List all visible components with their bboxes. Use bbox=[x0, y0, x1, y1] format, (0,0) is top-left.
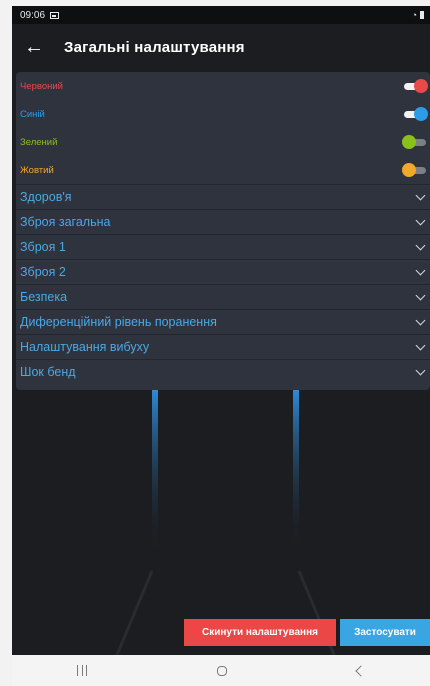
chevron-down-icon bbox=[415, 190, 426, 200]
chevron-down-icon bbox=[415, 290, 426, 300]
battery-icon bbox=[420, 11, 424, 19]
chevron-down-icon bbox=[415, 240, 426, 250]
accordion-section[interactable]: Шок бенд bbox=[16, 359, 430, 384]
apply-button[interactable]: Застосувати bbox=[340, 619, 430, 646]
settings-panel: Червоний Синій Зелений Жовтий Здоров'я Зброя… bbox=[16, 72, 430, 390]
chevron-down-icon bbox=[415, 265, 426, 275]
accordion-section[interactable]: Диференційний рівень поранення bbox=[16, 309, 430, 334]
accordion-section[interactable]: Зброя 1 bbox=[16, 234, 430, 259]
section-label: Зброя загальна bbox=[20, 215, 111, 229]
status-time: 09:06 bbox=[20, 9, 46, 21]
section-list: Здоров'я Зброя загальна Зброя 1 Зброя 2 Безп… bbox=[16, 184, 430, 384]
section-label: Зброя 1 bbox=[20, 240, 66, 254]
back-nav-icon[interactable] bbox=[355, 664, 367, 677]
gallery-notification-icon bbox=[50, 11, 60, 19]
toggle-label: Жовтий bbox=[20, 164, 54, 176]
page-title: Загальні налаштування bbox=[64, 38, 245, 56]
color-toggle-switch[interactable] bbox=[402, 107, 428, 121]
color-toggle-row: Жовтий bbox=[16, 156, 430, 184]
color-toggle-switch[interactable] bbox=[402, 79, 428, 93]
app-screen: 09:06 ◔ ← Загальні налаштування Червоний… bbox=[12, 6, 430, 686]
toggle-label: Зелений bbox=[20, 136, 58, 148]
app-bar: ← Загальні налаштування bbox=[12, 24, 430, 70]
color-toggle-switch[interactable] bbox=[402, 163, 428, 177]
section-label: Здоров'я bbox=[20, 190, 72, 204]
accordion-section[interactable]: Здоров'я bbox=[16, 184, 430, 209]
status-bar: 09:06 ◔ bbox=[12, 6, 430, 24]
accordion-section[interactable]: Безпека bbox=[16, 284, 430, 309]
section-label: Налаштування вибуху bbox=[20, 340, 150, 354]
accordion-section[interactable]: Зброя 2 bbox=[16, 259, 430, 284]
chevron-down-icon bbox=[415, 315, 426, 325]
color-toggle-row: Зелений bbox=[16, 128, 430, 156]
wifi-icon: ◔ bbox=[411, 10, 417, 20]
section-label: Шок бенд bbox=[20, 365, 76, 379]
chevron-down-icon bbox=[415, 215, 426, 225]
home-icon[interactable] bbox=[217, 665, 227, 676]
color-toggle-row: Червоний bbox=[16, 72, 430, 100]
arrow-left-icon: ← bbox=[24, 35, 44, 58]
color-toggle-row: Синій bbox=[16, 100, 430, 128]
reset-settings-button[interactable]: Скинути налаштування bbox=[184, 619, 336, 646]
system-navigation-bar bbox=[12, 655, 430, 686]
chevron-down-icon bbox=[415, 340, 426, 350]
accordion-section[interactable]: Зброя загальна bbox=[16, 209, 430, 234]
toggle-label: Червоний bbox=[20, 80, 63, 92]
color-toggle-switch[interactable] bbox=[402, 135, 428, 149]
section-label: Зброя 2 bbox=[20, 265, 66, 279]
back-button[interactable]: ← bbox=[12, 24, 56, 70]
section-label: Безпека bbox=[20, 290, 68, 304]
chevron-down-icon bbox=[415, 365, 426, 375]
color-toggle-list: Червоний Синій Зелений Жовтий bbox=[16, 72, 430, 184]
toggle-label: Синій bbox=[20, 108, 45, 120]
accordion-section[interactable]: Налаштування вибуху bbox=[16, 334, 430, 359]
recent-apps-icon[interactable] bbox=[77, 665, 87, 676]
section-label: Диференційний рівень поранення bbox=[20, 315, 217, 329]
